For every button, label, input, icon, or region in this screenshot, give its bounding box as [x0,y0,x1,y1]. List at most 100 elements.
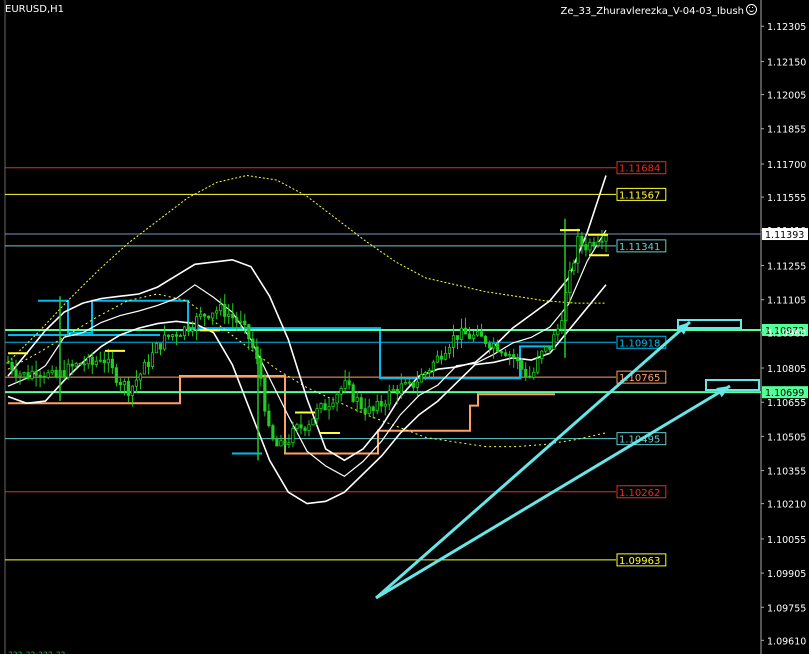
candle-body-97 [395,388,399,395]
candle-body-100 [407,381,411,384]
y-tick-label-12: 1.10505 [767,432,806,443]
candle-body-20 [86,357,90,365]
y-tick-label-11: 1.10655 [767,398,806,409]
candle-body-118 [479,331,484,337]
candle-body-46 [191,329,195,332]
candle-body-60 [247,324,251,340]
candle-body-9 [42,375,46,378]
candle-body-36 [150,352,155,367]
candle-body-135 [548,346,552,350]
candle-body-66 [271,425,275,440]
y-tick-label-18: 1.09610 [767,636,806,647]
candle-body-42 [174,334,179,337]
candle-body-57 [235,317,239,323]
candle-body-58 [239,320,243,323]
candle-body-51 [211,312,215,319]
candle-body-75 [307,424,311,431]
candle-body-72 [295,424,299,429]
candle-body-138 [560,320,564,330]
candle-body-86 [351,384,355,402]
candle-body-82 [335,393,339,404]
candle-body-64 [263,377,267,412]
candle-body-110 [447,347,452,354]
y-tick-label-8: 1.11105 [767,296,806,307]
candle-body-15 [66,363,70,378]
y-tick-label-15: 1.10055 [767,535,806,546]
candle-body-143 [580,235,584,246]
candle-body-4 [22,372,26,375]
candle-body-90 [367,406,371,414]
candle-body-28 [118,382,122,386]
middle-band-line [7,229,607,478]
candle-body-37 [154,343,159,354]
candle-body-103 [419,374,423,383]
candle-body-134 [544,346,548,352]
y-tick-label-7: 1.11255 [767,261,806,272]
candle-body-101 [411,381,415,388]
candle-body-52 [215,310,219,314]
price-chart: 1.116841.115671.113411.109181.107651.104… [4,0,808,654]
chart-window: 1.116841.115671.113411.109181.107651.104… [0,0,809,654]
candle-body-6 [30,370,34,380]
y-tick-label-14: 1.10210 [767,500,806,511]
candle-body-121 [492,343,496,349]
candle-body-145 [588,241,592,251]
candle-body-47 [195,316,199,331]
candle-body-35 [146,361,151,367]
candle-body-16 [70,363,74,367]
upper-band-line [7,175,607,462]
candle-body-49 [203,313,207,317]
candle-body-48 [199,313,203,318]
candle-body-130 [528,375,532,378]
smiley-icon [746,4,757,15]
candle-body-140 [568,270,572,294]
y-tick-label-1: 1.12150 [767,58,806,69]
candle-body-112 [455,335,460,340]
level-label-6: 1.10262 [619,488,660,499]
candle-body-50 [207,315,211,319]
candle-body-114 [463,327,468,335]
candle-body-24 [102,359,106,364]
candle-body-109 [443,352,448,360]
y-tick-label-2: 1.12005 [767,91,806,102]
candle-body-141 [572,262,576,272]
y-tick-label-10: 1.10805 [767,364,806,375]
candle-body-56 [231,313,235,319]
candle-body-69 [283,440,287,446]
candle-body-33 [138,373,143,381]
candle-body-70 [287,442,291,446]
candle-body-91 [371,406,375,411]
candle-body-25 [106,358,110,364]
candle-body-127 [516,357,520,362]
candle-body-23 [98,359,102,362]
candle-body-53 [219,303,223,312]
candle-body-98 [399,383,403,395]
candle-body-8 [38,374,42,377]
y-tick-label-5: 1.11555 [767,193,806,204]
candle-body-92 [375,401,379,411]
candle-body-19 [82,363,86,366]
candle-body-80 [327,406,331,411]
candle-body-107 [435,355,440,363]
candle-body-41 [170,334,175,337]
marker-box-lower [705,379,760,391]
candle-body-7 [34,370,38,376]
candle-body-131 [532,371,536,378]
candle-body-102 [415,381,419,388]
candle-body-113 [459,327,464,340]
candle-body-87 [355,397,359,402]
y-tick-label-9: 1.10960 [767,329,806,340]
candle-body-136 [552,334,556,350]
candle-body-99 [403,382,407,385]
candle-body-88 [359,397,363,410]
candle-body-65 [267,410,271,427]
candle-body-0 [6,361,10,364]
candle-body-27 [114,367,118,383]
candle-body-32 [134,379,139,387]
candle-body-144 [584,244,588,251]
candle-body-38 [158,343,163,350]
candle-body-84 [343,380,347,389]
candle-body-39 [162,334,167,350]
candle-body-106 [431,361,436,372]
dotted-lower-line [7,293,606,448]
